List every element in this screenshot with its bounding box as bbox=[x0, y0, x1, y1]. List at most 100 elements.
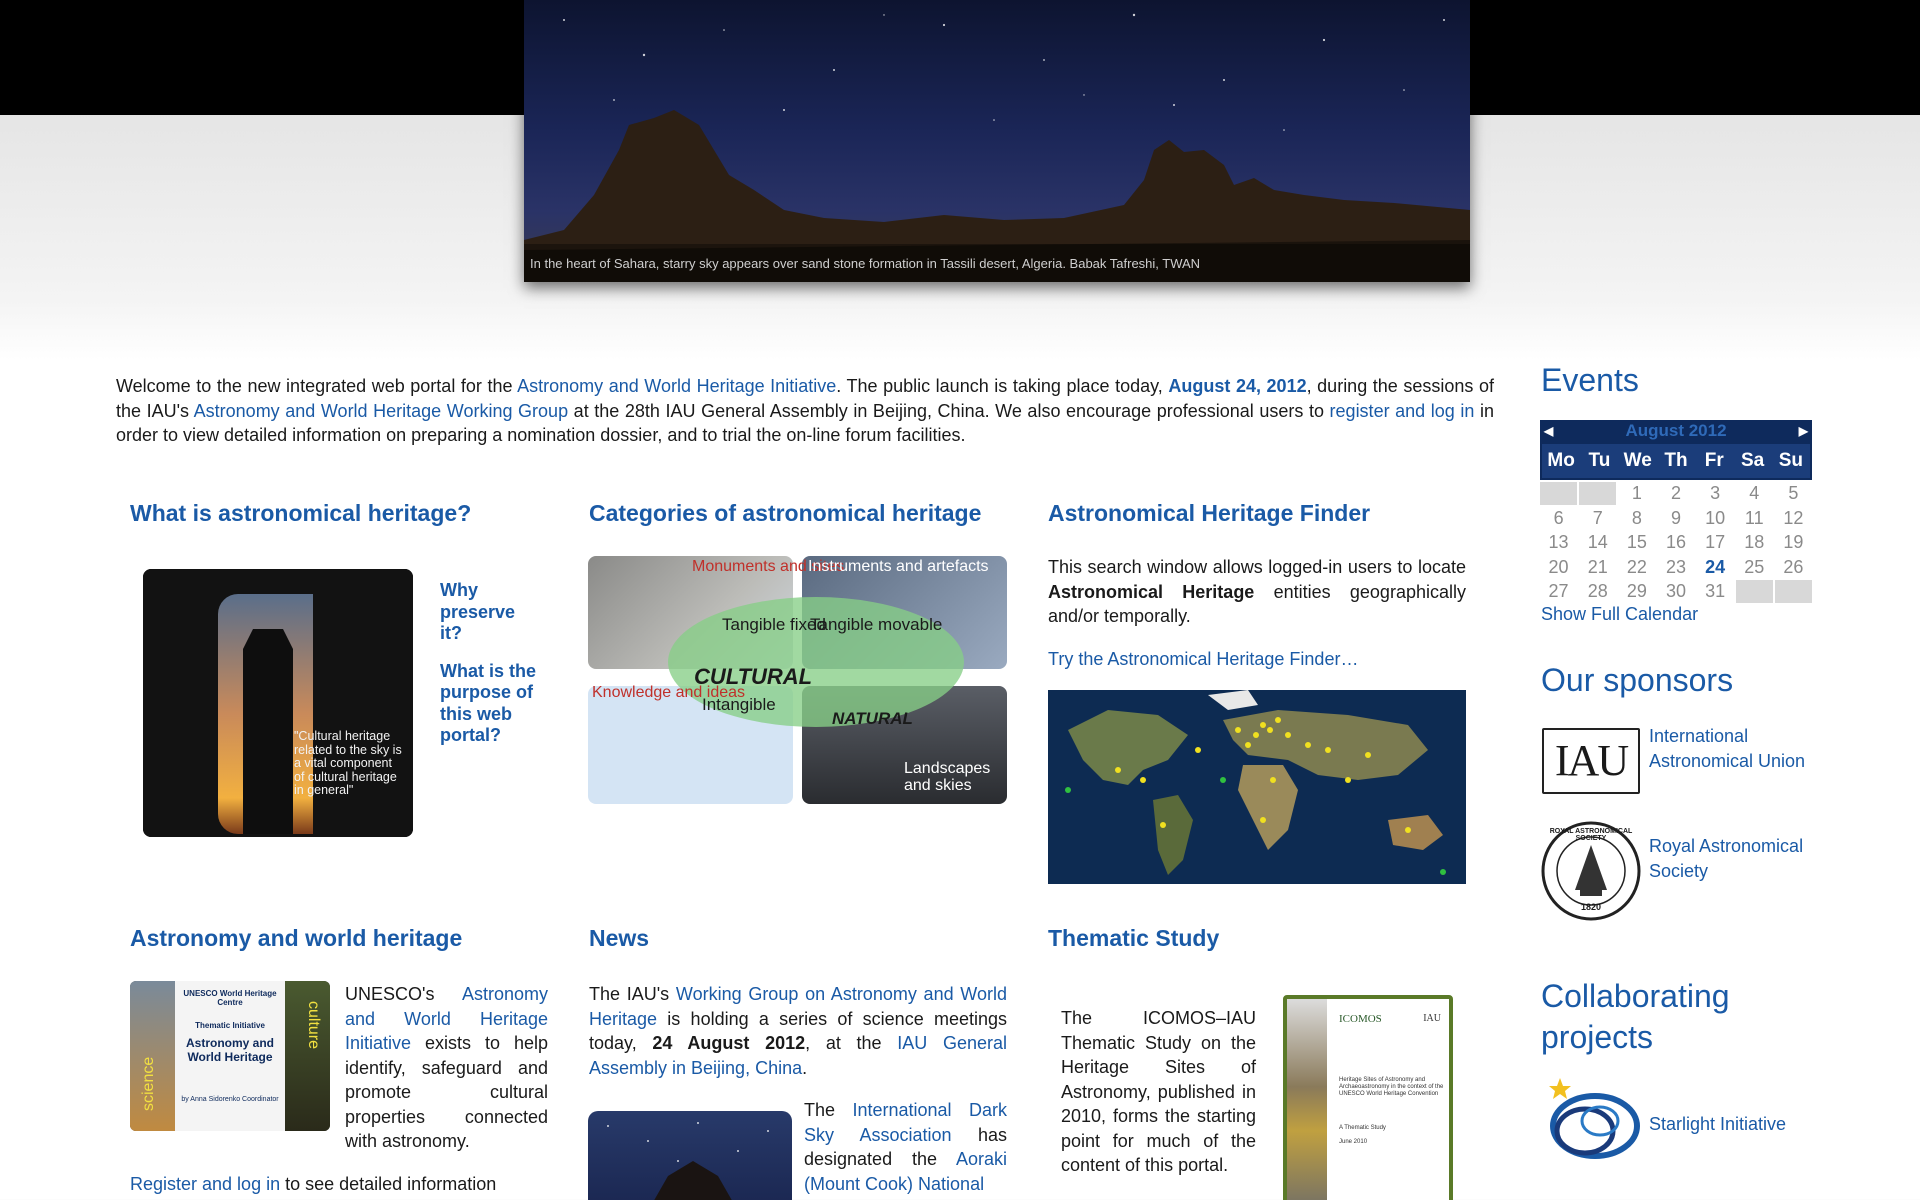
welcome-text-1: Welcome to the new integrated web portal… bbox=[116, 376, 518, 396]
calendar-day: 28 bbox=[1587, 581, 1608, 601]
portal-purpose-link[interactable]: What is the purpose of this web portal? bbox=[440, 661, 540, 747]
calendar-weekday: We bbox=[1623, 450, 1652, 471]
calendar-blank-cell bbox=[1579, 482, 1617, 505]
book-date: June 2010 bbox=[1339, 1139, 1368, 1145]
calendar-day: 20 bbox=[1548, 556, 1569, 577]
calendar-weekday: Tu bbox=[1588, 450, 1611, 471]
calendar-day: 23 bbox=[1665, 556, 1686, 577]
categories-diagram[interactable]: Monuments and sites Instruments and arte… bbox=[588, 556, 1008, 804]
awh-poster-center: UNESCO World Heritage Centre Thematic In… bbox=[175, 981, 285, 1131]
awh-poster-title: Astronomy and World Heritage bbox=[185, 1036, 274, 1064]
what-is-image[interactable]: "Cultural heritage related to the sky is… bbox=[143, 569, 413, 837]
calendar-day: 7 bbox=[1592, 507, 1603, 528]
calendar-next-icon[interactable]: ▶ bbox=[1799, 420, 1808, 442]
calendar-day: 1 bbox=[1631, 483, 1642, 503]
calendar-weekday: Fr bbox=[1704, 450, 1724, 471]
book-subtitle: A Thematic Study bbox=[1339, 1125, 1386, 1131]
news-image[interactable] bbox=[588, 1111, 792, 1200]
finder-title[interactable]: Astronomical Heritage Finder bbox=[1048, 500, 1370, 527]
register-login-link[interactable]: register and log in bbox=[1330, 401, 1475, 421]
calendar-day: 14 bbox=[1587, 532, 1608, 552]
iau-logo[interactable]: IAU bbox=[1542, 728, 1640, 794]
starlight-link[interactable]: Starlight Initiative bbox=[1649, 1112, 1786, 1137]
hero-caption: In the heart of Sahara, starry sky appea… bbox=[530, 256, 1201, 271]
hero-banner: In the heart of Sahara, starry sky appea… bbox=[524, 0, 1470, 282]
starlight-logo[interactable] bbox=[1540, 1076, 1648, 1166]
calendar-weekdays: Mo Tu We Th Fr Sa Su bbox=[1540, 442, 1812, 480]
calendar-weekday: Th bbox=[1664, 450, 1688, 471]
finder-text-1: This search window allows logged-in user… bbox=[1048, 557, 1466, 577]
calendar-day: 18 bbox=[1744, 532, 1765, 552]
calendar-grid: 1 2 3 4 5 6 7 8 9 10 11 12 13 14 15 16 17 18 19 20 21 22 23 24 2… bbox=[1540, 482, 1812, 603]
calendar-blank-cell bbox=[1774, 580, 1812, 603]
book-icomos: ICOMOS bbox=[1339, 1013, 1382, 1025]
finder-description: This search window allows logged-in user… bbox=[1048, 555, 1466, 629]
calendar-header: ◀ August 2012 ▶ bbox=[1540, 420, 1812, 442]
book-spine-photos bbox=[1287, 999, 1327, 1200]
calendar-weekday: Mo bbox=[1547, 450, 1575, 471]
awh-register: Register and log in to see detailed info… bbox=[130, 1172, 548, 1197]
calendar-blank-cell bbox=[1735, 580, 1773, 603]
calendar-weekday: Su bbox=[1778, 450, 1803, 471]
welcome-text: Welcome to the new integrated web portal… bbox=[116, 374, 1494, 448]
news-item-1: The IAU's Working Group on Astronomy and… bbox=[589, 982, 1007, 1080]
calendar-day: 5 bbox=[1788, 483, 1799, 503]
calendar-day: 30 bbox=[1665, 581, 1686, 601]
ras-seal-year: 1820 bbox=[1580, 902, 1602, 912]
night-sky-photo bbox=[607, 1122, 769, 1200]
iau-logo-text: IAU bbox=[1554, 736, 1629, 785]
calendar-day: 6 bbox=[1553, 507, 1564, 528]
welcome-text-4: at the 28th IAU General Assembly in Beij… bbox=[568, 400, 1330, 421]
calendar-day: 2 bbox=[1670, 483, 1681, 503]
awh-poster-culture: culture bbox=[305, 1001, 322, 1050]
calendar-day: 8 bbox=[1631, 507, 1642, 528]
why-preserve-link[interactable]: Why preserve it? bbox=[440, 580, 540, 645]
instruments-label: Instruments and artefacts bbox=[808, 558, 989, 575]
calendar-day: 17 bbox=[1705, 532, 1726, 552]
launch-date-link[interactable]: August 24, 2012 bbox=[1168, 376, 1306, 396]
calendar-day: 16 bbox=[1665, 532, 1686, 552]
news-text-1: The IAU's bbox=[589, 984, 676, 1004]
ras-seal[interactable]: ROYAL ASTRONOMICAL SOCIETY 1820 bbox=[1540, 820, 1642, 922]
calendar-day: 29 bbox=[1626, 581, 1647, 601]
awh-description: UNESCO's Astronomy and World Heritage In… bbox=[345, 982, 548, 1154]
awh-title[interactable]: Astronomy and world heritage bbox=[130, 925, 462, 952]
book-title: Heritage Sites of Astronomy and Archaeoa… bbox=[1339, 1077, 1444, 1097]
calendar-day[interactable]: 24 bbox=[1697, 556, 1734, 579]
book-iau: IAU bbox=[1423, 1013, 1441, 1024]
news-item-2: The International Dark Sky Association h… bbox=[804, 1098, 1007, 1196]
world-map[interactable] bbox=[1048, 690, 1466, 884]
events-title[interactable]: Events bbox=[1541, 362, 1639, 399]
news-title[interactable]: News bbox=[589, 925, 649, 952]
thematic-description: The ICOMOS–IAU Thematic Study on the Her… bbox=[1061, 1008, 1256, 1175]
what-is-title[interactable]: What is astronomical heritage? bbox=[130, 500, 471, 527]
iau-link[interactable]: International Astronomical Union bbox=[1649, 724, 1809, 773]
calendar-day: 13 bbox=[1548, 532, 1569, 552]
working-group-link[interactable]: Astronomy and World Heritage Working Gro… bbox=[194, 401, 568, 421]
what-is-links: Why preserve it? What is the purpose of … bbox=[440, 580, 540, 747]
awh-poster[interactable]: UNESCO World Heritage Centre Thematic In… bbox=[130, 981, 330, 1131]
calendar-day: 31 bbox=[1705, 581, 1726, 601]
welcome-text-2: . The public launch is taking place toda… bbox=[836, 376, 1169, 396]
awh-poster-org: UNESCO World Heritage Centre bbox=[183, 989, 277, 1007]
collaborating-title: Collaborating projects bbox=[1541, 976, 1730, 1058]
show-full-calendar-link[interactable]: Show Full Calendar bbox=[1541, 604, 1698, 625]
calendar-prev-icon[interactable]: ◀ bbox=[1544, 420, 1553, 442]
finder-link[interactable]: Try the Astronomical Heritage Finder… bbox=[1048, 647, 1358, 672]
cultural-label: CULTURAL bbox=[694, 664, 813, 689]
ras-link[interactable]: Royal Astronomical Society bbox=[1649, 834, 1809, 883]
finder-bold: Astronomical Heritage bbox=[1048, 581, 1255, 602]
hero-photo bbox=[524, 13, 1470, 282]
calendar-day: 15 bbox=[1626, 532, 1647, 552]
collaborating-title-2: projects bbox=[1541, 1019, 1654, 1055]
event-calendar: ◀ August 2012 ▶ Mo Tu We Th Fr Sa Su 123456789… bbox=[1540, 420, 1812, 603]
thematic-study-book[interactable]: ICOMOS IAU Heritage Sites of Astronomy a… bbox=[1283, 995, 1453, 1200]
awh-initiative-link[interactable]: Astronomy and World Heritage Initiative bbox=[517, 376, 836, 396]
thematic-title[interactable]: Thematic Study bbox=[1048, 925, 1219, 952]
calendar-day: 3 bbox=[1710, 483, 1721, 503]
categories-title[interactable]: Categories of astronomical heritage bbox=[589, 500, 981, 527]
awh-text-1: UNESCO's bbox=[345, 984, 462, 1004]
awh-text-3: to see detailed information bbox=[280, 1174, 497, 1194]
awh-register-link[interactable]: Register and log in bbox=[130, 1174, 280, 1194]
landscapes-label: Landscapes and skies bbox=[904, 760, 991, 794]
